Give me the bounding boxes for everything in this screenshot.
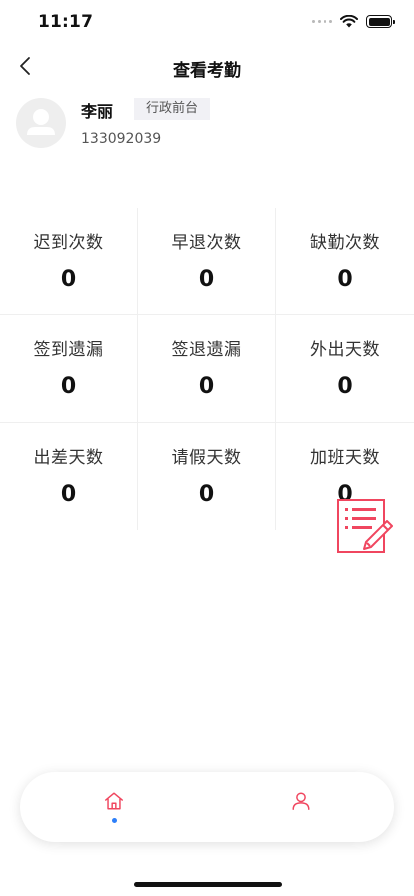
avatar [16, 98, 66, 148]
profile-card: 李丽 行政前台 133092039 [14, 96, 394, 156]
stat-business-trip-days: 出差天数 0 [0, 423, 138, 530]
wifi-icon [340, 15, 358, 28]
stat-outing-days: 外出天数 0 [276, 315, 414, 423]
stat-label: 缺勤次数 [310, 233, 380, 253]
home-icon [105, 792, 123, 810]
bottom-tab-bar [20, 772, 394, 842]
stat-value: 0 [198, 267, 215, 292]
tab-home[interactable] [94, 790, 134, 836]
stat-label: 外出天数 [310, 340, 380, 360]
stat-absence: 缺勤次数 0 [276, 208, 414, 315]
stat-missed-checkin: 签到遗漏 0 [0, 315, 138, 423]
stat-label: 早退次数 [171, 233, 242, 253]
page-title: 查看考勤 [173, 61, 241, 81]
stat-label: 签退遗漏 [171, 340, 242, 360]
attendance-stats-grid: 迟到次数 0 早退次数 0 缺勤次数 0 签到遗漏 0 签退遗漏 0 外出天数 … [0, 208, 414, 530]
stat-value: 0 [337, 374, 353, 399]
stat-label: 迟到次数 [33, 233, 104, 253]
signal-icon [312, 16, 332, 28]
stat-early-leave: 早退次数 0 [138, 208, 276, 315]
stat-leave-days: 请假天数 0 [138, 423, 276, 530]
stat-late: 迟到次数 0 [0, 208, 138, 315]
status-bar: 11:17 [0, 0, 414, 46]
stat-value: 0 [337, 267, 353, 292]
user-name: 李丽 [81, 102, 114, 121]
stat-missed-checkout: 签退遗漏 0 [138, 315, 276, 423]
stat-label: 出差天数 [33, 448, 104, 468]
user-icon [292, 792, 310, 810]
stat-value: 0 [60, 482, 77, 507]
user-phone: 133092039 [81, 131, 162, 147]
stat-label: 签到遗漏 [33, 340, 104, 360]
stat-value: 0 [60, 374, 77, 399]
stat-value: 0 [198, 374, 215, 399]
battery-icon [366, 15, 395, 28]
stat-value: 0 [60, 267, 77, 292]
home-indicator [134, 882, 282, 887]
department-badge: 行政前台 [134, 98, 211, 120]
stat-value: 0 [198, 482, 215, 507]
edit-record-icon[interactable] [336, 498, 394, 556]
avatar-placeholder-icon [27, 109, 55, 135]
status-time: 11:17 [38, 12, 94, 32]
stat-label: 加班天数 [310, 448, 380, 468]
status-icons [312, 15, 395, 28]
nav-bar: 查看考勤 [0, 46, 414, 88]
stat-label: 请假天数 [171, 448, 242, 468]
tab-profile[interactable] [281, 790, 321, 836]
active-tab-indicator [111, 818, 117, 823]
